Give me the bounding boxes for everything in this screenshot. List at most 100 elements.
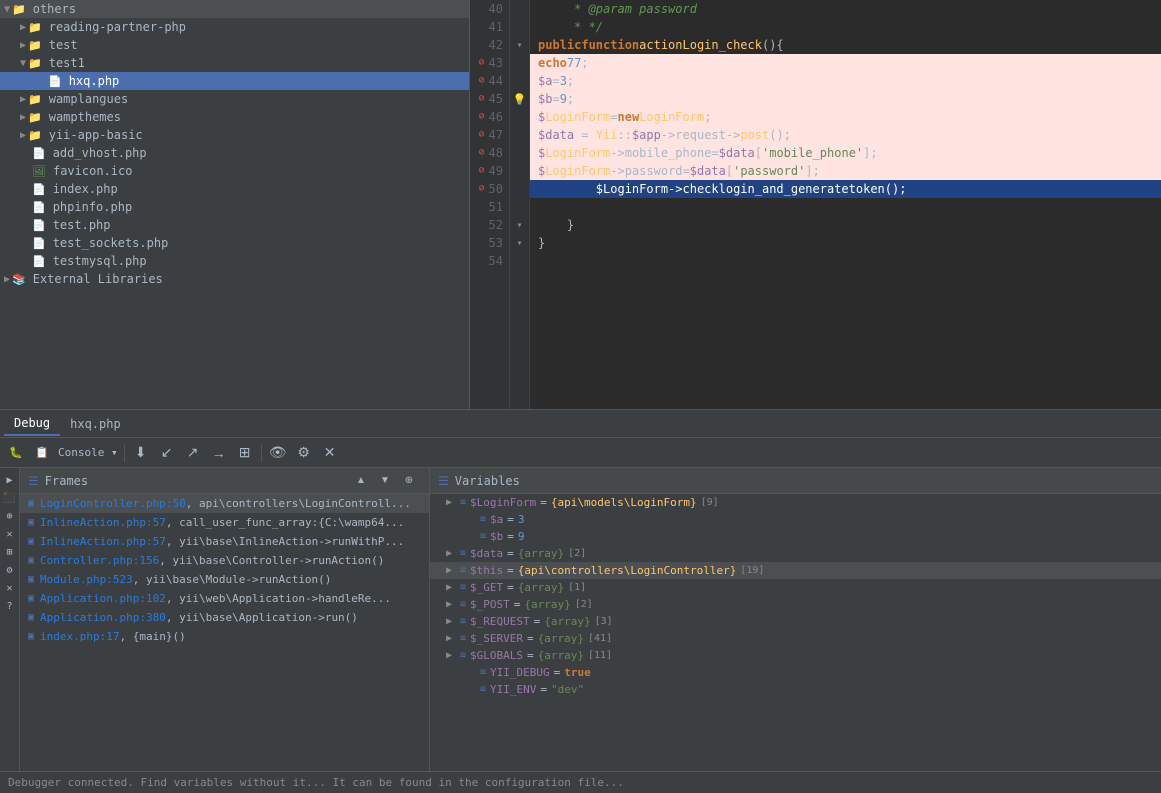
left-btn-3[interactable]: ⊕: [2, 508, 18, 524]
frame-item-8[interactable]: ▣ index.php:17 , {main}(): [20, 627, 429, 646]
var-item-4[interactable]: ▶ ≡ $data = {array}[2]: [430, 545, 1161, 562]
left-btn-7[interactable]: ✕: [2, 580, 18, 596]
console-tab-btn[interactable]: 📋: [30, 441, 54, 465]
line-number-49: ⊘49: [470, 162, 509, 180]
frame-item-3[interactable]: ▣ InlineAction.php:57 , yii\base\InlineA…: [20, 532, 429, 551]
var-count: [19]: [740, 565, 764, 576]
var-item-1[interactable]: ▶ ≡ $LoginForm = {api\models\LoginForm}[…: [430, 494, 1161, 511]
tree-item-phpinfo[interactable]: 📄phpinfo.php: [0, 198, 469, 216]
var-item-6[interactable]: ▶ ≡ $_GET = {array}[1]: [430, 579, 1161, 596]
watches-btn[interactable]: 👁: [266, 441, 290, 465]
var-equals: =: [514, 598, 521, 611]
var-equals: =: [534, 615, 541, 628]
run-cursor-btn[interactable]: →: [207, 441, 231, 465]
var-item-5[interactable]: ▶ ≡ $this = {api\controllers\LoginContro…: [430, 562, 1161, 579]
tree-item-add-vhost[interactable]: 📄add_vhost.php: [0, 144, 469, 162]
var-value: {array}: [518, 581, 564, 594]
gutter-cell-53: ▾: [510, 234, 529, 252]
line-num-text: 40: [489, 0, 503, 18]
tree-item-others[interactable]: ▼📁others: [0, 0, 469, 18]
line-num-text: 49: [489, 162, 503, 180]
tree-item-test[interactable]: ▶📁test: [0, 36, 469, 54]
var-equals: =: [527, 649, 534, 662]
frame-path: , {main}(): [120, 630, 186, 643]
left-btn-1[interactable]: ▶: [2, 472, 18, 488]
var-type-icon: ≡: [460, 650, 466, 661]
code-line-54: [530, 252, 1161, 270]
tree-item-favicon[interactable]: 🖼favicon.ico: [0, 162, 469, 180]
frame-path: , yii\base\Application->run(): [166, 611, 358, 624]
var-item-2[interactable]: ≡ $a = 3: [430, 511, 1161, 528]
line-number-41: 41: [470, 18, 509, 36]
tree-item-yii-app-basic[interactable]: ▶📁yii-app-basic: [0, 126, 469, 144]
var-type-icon: ≡: [460, 633, 466, 644]
line-num-text: 47: [489, 126, 503, 144]
line-num-text: 51: [489, 198, 503, 216]
line-num-text: 43: [489, 54, 503, 72]
close-panel-btn[interactable]: ✕: [318, 441, 342, 465]
folder-icon: 📁: [28, 93, 42, 106]
tree-item-reading-partner-php[interactable]: ▶📁reading-partner-php: [0, 18, 469, 36]
tree-item-hxq-php[interactable]: 📄hxq.php: [0, 72, 469, 90]
var-name: $GLOBALS: [470, 649, 523, 662]
var-item-7[interactable]: ▶ ≡ $_POST = {array}[2]: [430, 596, 1161, 613]
expand-arrow: ▶: [20, 94, 26, 105]
var-item-8[interactable]: ▶ ≡ $_REQUEST = {array}[3]: [430, 613, 1161, 630]
breakpoint-icon: ⊘: [479, 90, 485, 108]
frame-item-4[interactable]: ▣ Controller.php:156 , yii\base\Controll…: [20, 551, 429, 570]
frames-add-btn[interactable]: ⊕: [397, 469, 421, 493]
var-expand-icon: ▶: [446, 582, 456, 593]
frame-item-7[interactable]: ▣ Application.php:380 , yii\base\Applica…: [20, 608, 429, 627]
tree-item-test-php[interactable]: 📄test.php: [0, 216, 469, 234]
code-line-52: }: [530, 216, 1161, 234]
frame-item-2[interactable]: ▣ InlineAction.php:57 , call_user_func_a…: [20, 513, 429, 532]
tree-item-test-sockets[interactable]: 📄test_sockets.php: [0, 234, 469, 252]
var-item-3[interactable]: ≡ $b = 9: [430, 528, 1161, 545]
folder-icon: 📁: [28, 129, 42, 142]
var-equals: =: [507, 530, 514, 543]
var-item-11[interactable]: ≡ YII_DEBUG = true: [430, 664, 1161, 681]
code-line-43: echo 77;: [530, 54, 1161, 72]
debug-tab-file[interactable]: hxq.php: [60, 413, 131, 435]
tree-item-external-libs[interactable]: ▶📚External Libraries: [0, 270, 469, 288]
var-item-10[interactable]: ▶ ≡ $GLOBALS = {array}[11]: [430, 647, 1161, 664]
var-item-12[interactable]: ≡ YII_ENV = "dev": [430, 681, 1161, 698]
fold-icon: ▾: [516, 238, 522, 249]
left-btn-8[interactable]: ?: [2, 598, 18, 614]
tree-item-label: phpinfo.php: [53, 200, 132, 214]
left-btn-2[interactable]: ⬛: [2, 490, 18, 506]
step-out-btn[interactable]: ↗: [181, 441, 205, 465]
debug-tab-debug[interactable]: Debug: [4, 412, 60, 436]
var-name: $b: [490, 530, 503, 543]
line-num-text: 48: [489, 144, 503, 162]
frame-item-1[interactable]: ▣ LoginController.php:50 , api\controlle…: [20, 494, 429, 513]
tree-item-testmysql[interactable]: 📄testmysql.php: [0, 252, 469, 270]
left-btn-4[interactable]: ✕: [2, 526, 18, 542]
tree-item-label: others: [33, 2, 76, 16]
step-into-btn[interactable]: ↙: [155, 441, 179, 465]
var-expand-icon: ▶: [446, 548, 456, 559]
tree-item-index-php[interactable]: 📄index.php: [0, 180, 469, 198]
frames-up-btn[interactable]: ▲: [349, 469, 373, 493]
tree-item-wampthemes[interactable]: ▶📁wampthemes: [0, 108, 469, 126]
frames-title: Frames: [45, 474, 88, 488]
frame-item-5[interactable]: ▣ Module.php:523 , yii\base\Module->runA…: [20, 570, 429, 589]
left-btn-6[interactable]: ⚙: [2, 562, 18, 578]
debugger-tab-btn[interactable]: 🐛: [4, 441, 28, 465]
left-btn-5[interactable]: ⊞: [2, 544, 18, 560]
debug-toolbar: 🐛 📋 Console ▾ ⬇ ↙ ↗ → ⊞ 👁 ⚙ ✕: [0, 438, 1161, 468]
breakpoint-icon: ⊘: [479, 144, 485, 162]
tree-item-test1[interactable]: ▼📁test1: [0, 54, 469, 72]
frame-item-6[interactable]: ▣ Application.php:102 , yii\web\Applicat…: [20, 589, 429, 608]
settings-btn[interactable]: ⚙: [292, 441, 316, 465]
tree-item-wamplangues[interactable]: ▶📁wamplangues: [0, 90, 469, 108]
frames-eval-btn[interactable]: ⊞: [233, 441, 257, 465]
var-type-icon: ≡: [460, 565, 466, 576]
frames-down-btn[interactable]: ▼: [373, 469, 397, 493]
expand-arrow: ▼: [20, 58, 26, 69]
step-over-btn[interactable]: ⬇: [129, 441, 153, 465]
var-item-9[interactable]: ▶ ≡ $_SERVER = {array}[41]: [430, 630, 1161, 647]
var-count: [11]: [588, 650, 612, 661]
var-type-icon: ≡: [460, 616, 466, 627]
var-value: {array}: [538, 649, 584, 662]
